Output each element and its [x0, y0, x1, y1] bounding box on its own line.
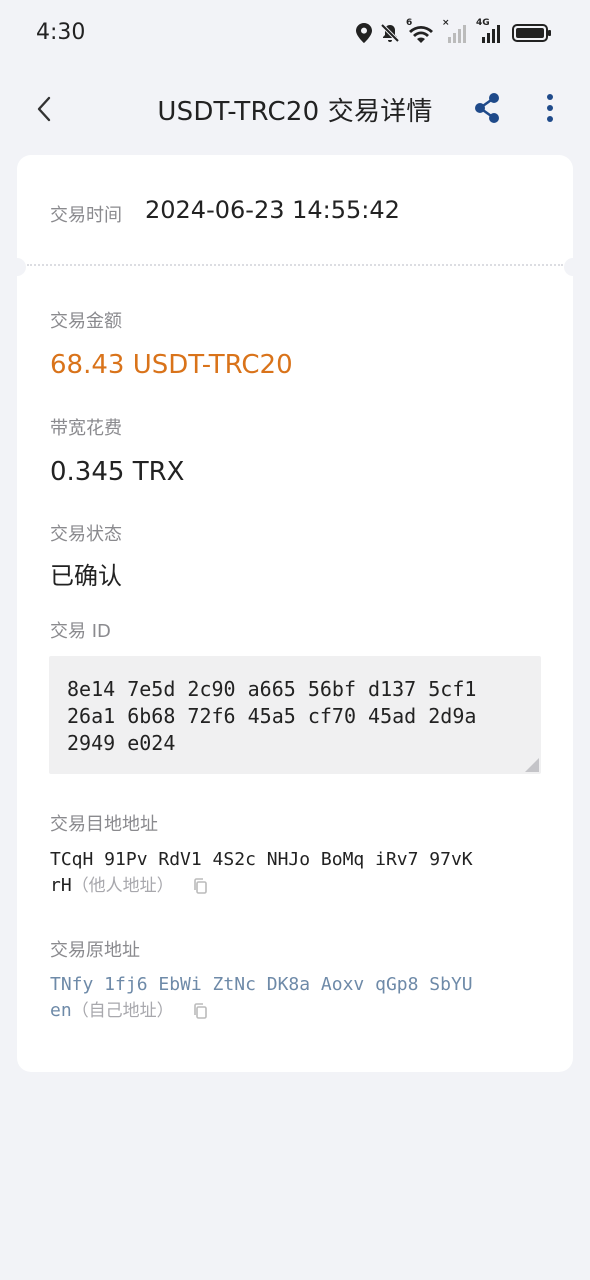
mute-bell-icon: [380, 23, 400, 43]
ticket-notch-left: [8, 258, 26, 276]
tx-id-box[interactable]: 8e14 7e5d 2c90 a665 56bf d137 5cf1 26a1 …: [49, 656, 541, 774]
battery-icon: [512, 24, 551, 42]
more-options-icon[interactable]: [538, 91, 562, 125]
source-address-line2[interactable]: en: [50, 1000, 72, 1021]
status-value: 已确认: [50, 562, 122, 590]
copy-icon[interactable]: [192, 1002, 208, 1020]
fee-label: 带宽花费: [50, 418, 122, 439]
status-time: 4:30: [36, 20, 86, 45]
source-address[interactable]: TNfy 1fj6 EbWi ZtNc DK8a Aoxv qGp8 SbYU …: [50, 972, 550, 1024]
source-address-line2-row: en（自己地址）: [50, 998, 550, 1024]
share-icon[interactable]: [470, 91, 504, 125]
copy-icon[interactable]: [192, 877, 208, 895]
dest-address-line2-row: rH（他人地址）: [50, 873, 550, 899]
dotted-divider: [27, 264, 563, 266]
time-label: 交易时间: [50, 205, 122, 226]
time-value: 2024-06-23 14:55:42: [145, 196, 400, 224]
location-icon: [356, 23, 372, 43]
dest-address-line2[interactable]: rH: [50, 875, 72, 896]
source-address-label: 交易原地址: [50, 940, 140, 961]
source-address-note: （自己地址）: [71, 1001, 174, 1021]
status-label: 交易状态: [50, 524, 122, 545]
status-icons: 6 × 4G: [356, 18, 552, 46]
signal-indicator-1: ×: [442, 18, 468, 44]
dest-address[interactable]: TCqH 91Pv RdV1 4S2c NHJo BoMq iRv7 97vK …: [50, 847, 550, 899]
amount-value: 68.43 USDT-TRC20: [50, 350, 293, 380]
fee-value: 0.345 TRX: [50, 457, 185, 487]
signal-indicator-2: 4G: [476, 18, 504, 44]
signal-weak-icon: [448, 25, 466, 43]
status-bar: 4:30 6 × 4G: [0, 0, 590, 66]
tx-id-value[interactable]: 8e14 7e5d 2c90 a665 56bf d137 5cf1 26a1 …: [67, 676, 537, 757]
wifi-icon: [409, 26, 433, 43]
dest-address-note: （他人地址）: [71, 876, 174, 896]
amount-label: 交易金额: [50, 311, 122, 332]
source-address-line1[interactable]: TNfy 1fj6 EbWi ZtNc DK8a Aoxv qGp8 SbYU: [50, 972, 550, 998]
ticket-notch-right: [564, 258, 582, 276]
wifi-indicator: 6: [406, 18, 434, 44]
app-bar: USDT-TRC20 交易详情: [0, 74, 590, 144]
dest-address-line1[interactable]: TCqH 91Pv RdV1 4S2c NHJo BoMq iRv7 97vK: [50, 847, 550, 873]
tx-id-label: 交易 ID: [50, 621, 111, 642]
transaction-card: [17, 155, 573, 1072]
dest-address-label: 交易目地地址: [50, 814, 158, 835]
signal-full-icon: [482, 25, 500, 43]
resize-handle-icon[interactable]: [525, 758, 539, 772]
